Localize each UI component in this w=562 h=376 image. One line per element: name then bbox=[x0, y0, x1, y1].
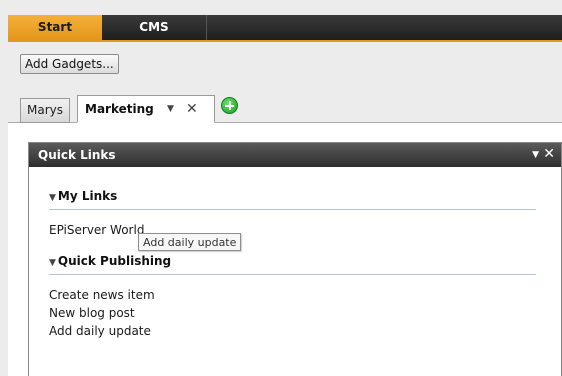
link-create-news-item[interactable]: Create news item bbox=[49, 288, 155, 302]
dashboard-tab-label: Marketing bbox=[85, 102, 154, 116]
collapse-triangle-icon: ▼ bbox=[49, 258, 56, 268]
link-new-blog-post[interactable]: New blog post bbox=[49, 306, 135, 320]
link-add-daily-update[interactable]: Add daily update bbox=[49, 324, 151, 338]
toolbar: Add Gadgets... bbox=[8, 42, 562, 82]
gadget-title: Quick Links bbox=[38, 148, 116, 162]
section-header-quick-publishing[interactable]: ▼ Quick Publishing bbox=[49, 254, 536, 275]
section-title: Quick Publishing bbox=[57, 254, 172, 268]
tab-start[interactable]: Start bbox=[8, 15, 102, 40]
top-nav-bar: Start CMS bbox=[8, 15, 562, 42]
dashboard-tab-marketing[interactable]: Marketing ▼ ✕ bbox=[77, 95, 215, 123]
chevron-down-icon[interactable]: ▼ bbox=[532, 143, 539, 167]
add-tab-icon[interactable] bbox=[221, 97, 238, 114]
dashboard-content: Quick Links ▼ ✕ ▼ My Links EPiServer Worl… bbox=[8, 123, 562, 376]
link-episerver-world[interactable]: EPiServer World bbox=[49, 223, 144, 237]
gadget-header: Quick Links ▼ ✕ bbox=[29, 143, 561, 167]
tab-cms[interactable]: CMS bbox=[102, 15, 207, 40]
close-icon[interactable]: ✕ bbox=[543, 142, 555, 166]
collapse-triangle-icon: ▼ bbox=[49, 193, 56, 203]
close-icon[interactable]: ✕ bbox=[186, 98, 198, 121]
app-window: Start CMS Add Gadgets... Marys Marketing… bbox=[0, 0, 562, 376]
dashboard-tab-marys[interactable]: Marys bbox=[20, 98, 70, 123]
chevron-down-icon[interactable]: ▼ bbox=[167, 98, 174, 121]
tooltip: Add daily update bbox=[138, 233, 242, 251]
dashboard-tab-strip: Marys Marketing ▼ ✕ bbox=[8, 88, 562, 123]
section-title: My Links bbox=[57, 189, 118, 203]
add-gadgets-button[interactable]: Add Gadgets... bbox=[20, 54, 119, 74]
quick-links-gadget: Quick Links ▼ ✕ ▼ My Links EPiServer Worl… bbox=[28, 142, 562, 376]
section-header-my-links[interactable]: ▼ My Links bbox=[49, 189, 536, 210]
